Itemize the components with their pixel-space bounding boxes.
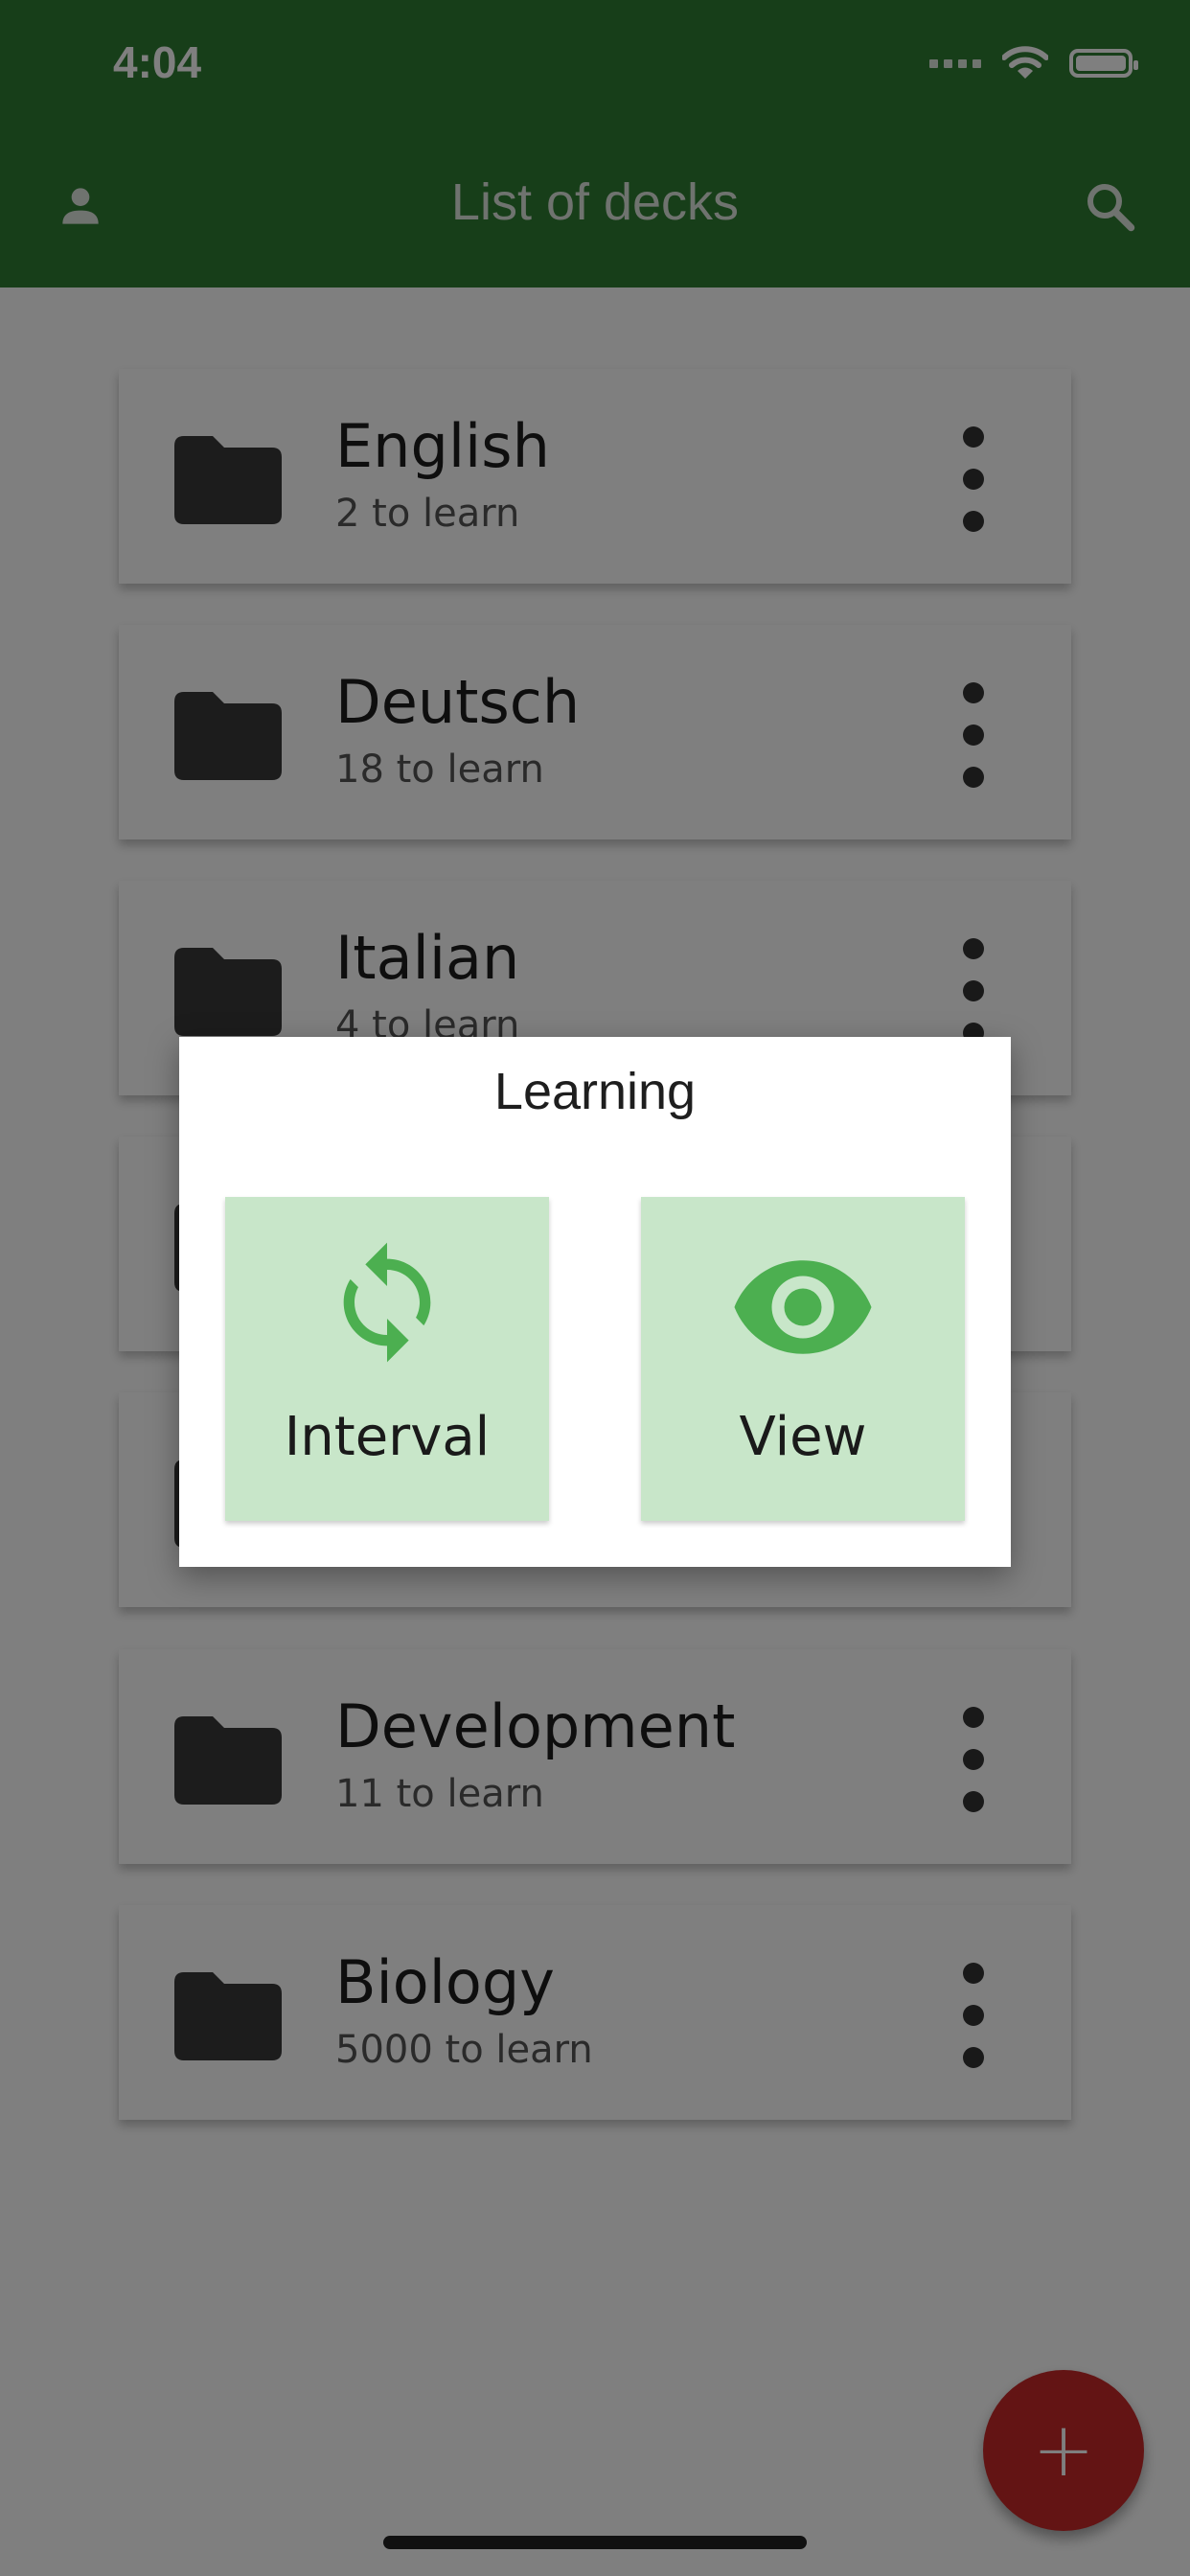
- interval-option-button[interactable]: Interval: [225, 1197, 549, 1521]
- dialog-title: Learning: [493, 1063, 697, 1120]
- view-option-button[interactable]: View: [641, 1197, 965, 1521]
- interval-label: Interval: [284, 1406, 491, 1468]
- view-label: View: [739, 1406, 867, 1468]
- home-indicator: [383, 2536, 807, 2549]
- refresh-icon: [343, 1242, 431, 1363]
- eye-icon: [734, 1260, 872, 1354]
- learning-dialog: Learning Interval View: [179, 1037, 1011, 1567]
